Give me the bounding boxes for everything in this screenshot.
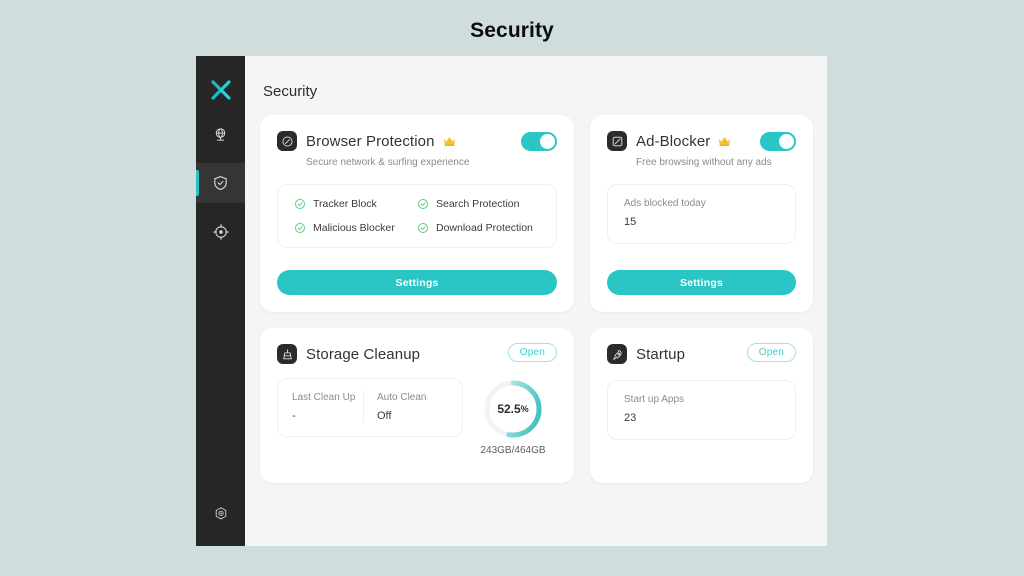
last-clean-up-column: Last Clean Up - xyxy=(292,391,363,422)
card-title: Storage Cleanup xyxy=(306,345,421,363)
card-storage-cleanup: Storage Cleanup Open Last Clean Up - Aut… xyxy=(260,328,574,483)
toggle-knob xyxy=(779,134,794,149)
ads-blocked-panel: Ads blocked today 15 xyxy=(607,184,796,244)
feature-item: Tracker Block xyxy=(294,198,417,210)
startup-apps-panel: Start up Apps 23 xyxy=(607,380,796,440)
card-browser-protection: Browser Protection Secure network & surf… xyxy=(260,115,574,312)
stat-value: Off xyxy=(377,409,392,422)
compass-icon xyxy=(277,131,297,151)
x-logo-icon xyxy=(206,75,236,105)
stat-value: 15 xyxy=(624,216,637,228)
feature-panel: Tracker Block Search Protection Maliciou… xyxy=(277,184,557,248)
feature-item: Malicious Blocker xyxy=(294,222,417,234)
ad-block-icon xyxy=(607,131,627,151)
storage-cleanup-open-button[interactable]: Open xyxy=(507,343,557,362)
card-subtitle: Secure network & surfing experience xyxy=(306,157,470,168)
browser-protection-settings-button[interactable]: Settings xyxy=(277,270,557,295)
card-ad-blocker: Ad-Blocker Free browsing without any ads… xyxy=(590,115,813,312)
globe-icon xyxy=(212,126,229,143)
ad-blocker-toggle[interactable] xyxy=(760,132,796,151)
feature-item: Search Protection xyxy=(417,198,540,210)
stat-label: Auto Clean xyxy=(377,392,427,403)
donut-percent-value: 52.5 xyxy=(497,402,521,416)
feature-label: Search Protection xyxy=(436,198,520,210)
donut-percent-label: 52.5% xyxy=(482,378,544,440)
crown-icon xyxy=(442,135,457,147)
stat-value: 23 xyxy=(624,412,637,424)
app-window: Security Browser Protection Secure netwo… xyxy=(196,56,827,546)
storage-stats-panel: Last Clean Up - Auto Clean Off xyxy=(277,378,463,437)
stat-value: - xyxy=(292,409,296,422)
card-title: Startup xyxy=(636,345,686,363)
shield-check-icon xyxy=(212,174,229,192)
donut-chart: 52.5% xyxy=(482,378,544,440)
card-title: Browser Protection xyxy=(306,132,435,150)
toggle-knob xyxy=(540,134,555,149)
feature-label: Download Protection xyxy=(436,222,533,234)
stat-label: Start up Apps xyxy=(624,394,685,405)
sidebar-item-security[interactable] xyxy=(196,163,245,203)
card-grid: Browser Protection Secure network & surf… xyxy=(260,115,813,483)
content-header: Security xyxy=(263,83,318,100)
content-area: Security Browser Protection Secure netwo… xyxy=(245,56,827,546)
sidebar-item-tools[interactable] xyxy=(196,212,245,252)
card-header: Browser Protection xyxy=(277,131,557,151)
browser-protection-toggle[interactable] xyxy=(521,132,557,151)
donut-percent-symbol: % xyxy=(520,404,529,414)
sidebar-item-network[interactable] xyxy=(196,114,245,154)
feature-item: Download Protection xyxy=(417,222,540,234)
startup-open-button[interactable]: Open xyxy=(746,343,796,362)
stat-label: Ads blocked today xyxy=(624,198,706,209)
ad-blocker-settings-button[interactable]: Settings xyxy=(607,270,796,295)
sidebar-item-settings[interactable] xyxy=(196,506,245,527)
storage-body: Last Clean Up - Auto Clean Off 52.5 % 24… xyxy=(277,378,557,456)
target-icon xyxy=(212,223,230,241)
feature-label: Malicious Blocker xyxy=(313,222,395,234)
card-title: Ad-Blocker xyxy=(636,132,711,150)
broom-icon xyxy=(277,344,297,364)
crown-icon xyxy=(717,135,732,147)
stat-label: Last Clean Up xyxy=(292,392,356,403)
gear-icon xyxy=(213,506,229,527)
storage-usage-chart: 52.5% 243GB/464GB xyxy=(474,378,552,456)
auto-clean-column: Auto Clean Off xyxy=(363,391,448,422)
card-subtitle: Free browsing without any ads xyxy=(636,157,772,168)
feature-label: Tracker Block xyxy=(313,198,377,210)
storage-usage-caption: 243GB/464GB xyxy=(480,445,546,456)
sidebar xyxy=(196,56,245,546)
card-startup: Startup Open Start up Apps 23 xyxy=(590,328,813,483)
page-title: Security xyxy=(470,19,554,42)
rocket-icon xyxy=(607,344,627,364)
